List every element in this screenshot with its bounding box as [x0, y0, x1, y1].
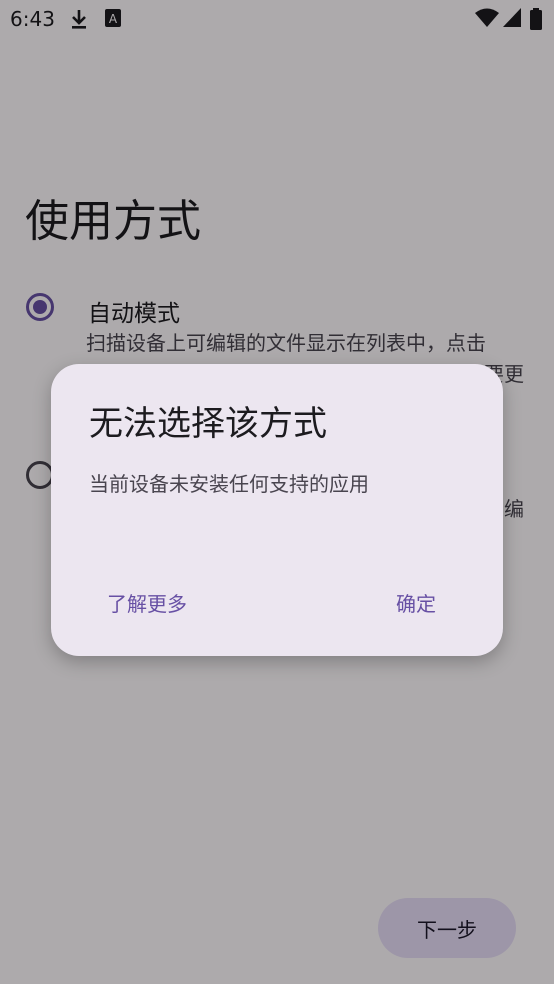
confirm-button[interactable]: 确定: [388, 582, 444, 623]
dialog-title: 无法选择该方式: [89, 404, 327, 444]
dialog-message: 当前设备未安装任何支持的应用: [89, 472, 369, 496]
alert-dialog: 无法选择该方式 当前设备未安装任何支持的应用 了解更多 确定: [51, 364, 503, 656]
learn-more-button[interactable]: 了解更多: [99, 582, 195, 623]
